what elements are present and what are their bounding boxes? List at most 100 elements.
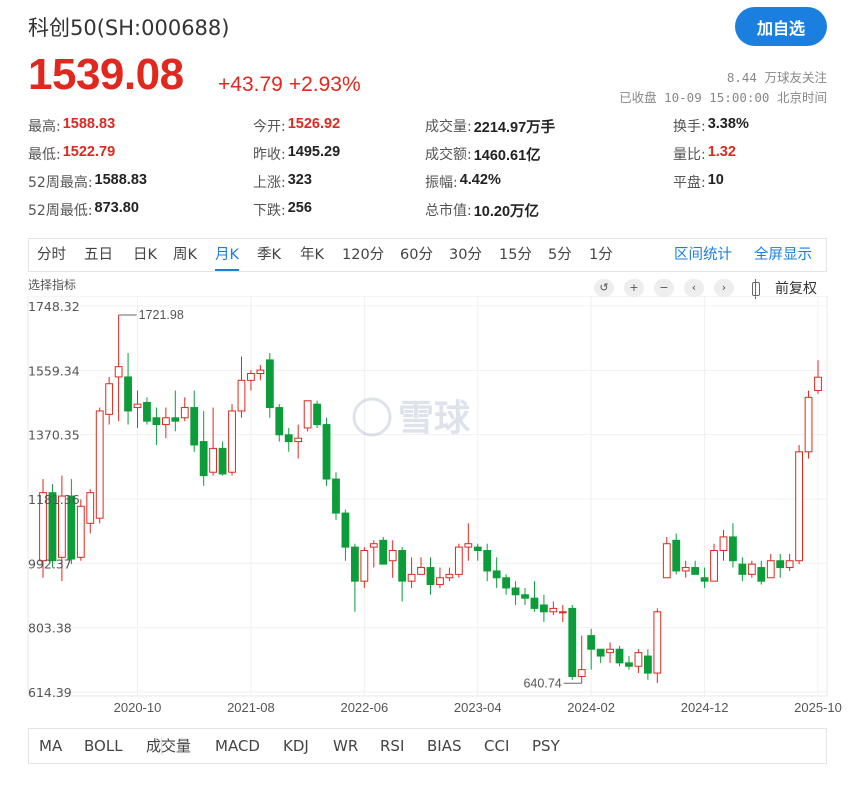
- quote-value: 2214.97万手: [473, 120, 556, 136]
- current-price: 1539.08: [28, 50, 184, 99]
- x-tick-label: 2024-12: [681, 700, 729, 715]
- candle-body: [265, 359, 274, 409]
- tab-10[interactable]: 15分: [499, 239, 532, 271]
- quote-label: 52周最低:: [28, 203, 93, 219]
- scroll-left-icon[interactable]: ‹: [684, 279, 704, 297]
- candle-body: [407, 573, 416, 582]
- candle-body: [672, 539, 681, 572]
- candle-body: [284, 434, 293, 443]
- fullscreen-button[interactable]: 全屏显示: [754, 239, 812, 271]
- zoom-out-icon[interactable]: −: [654, 279, 674, 297]
- quote-item: 换手: 3.38%: [673, 116, 749, 138]
- candle-body: [199, 441, 208, 477]
- tab-12[interactable]: 1分: [589, 239, 613, 271]
- market-status: 已收盘 10-09 15:00:00 北京时间: [619, 90, 827, 105]
- min-price-label: 640.74: [523, 676, 561, 690]
- candle-body: [388, 550, 397, 562]
- candle-icon: [752, 279, 760, 299]
- indicator-boll[interactable]: BOLL: [84, 729, 123, 763]
- quote-value: 1.32: [707, 144, 736, 160]
- indicator-cci[interactable]: CCI: [484, 729, 509, 763]
- tab-5[interactable]: 季K: [257, 239, 281, 271]
- candle-body: [511, 587, 520, 596]
- candlestick-chart[interactable]: 雪球 1748.32 1559.34 1370.35 1181.36 992.37 803…: [0, 296, 853, 720]
- indicator-psy[interactable]: PSY: [532, 729, 560, 763]
- candle-body: [587, 635, 596, 650]
- candle-body: [757, 567, 766, 582]
- candle-body: [76, 505, 85, 558]
- candle-body: [785, 560, 794, 569]
- candle-body: [653, 611, 662, 674]
- reset-icon[interactable]: ↺: [594, 279, 614, 297]
- y-tick-label: 803.38: [28, 621, 72, 636]
- indicator-rsi[interactable]: RSI: [380, 729, 404, 763]
- candle-body: [473, 546, 482, 552]
- quote-item: 成交量: 2214.97万手: [425, 116, 555, 138]
- chart-labels: 1748.32 1559.34 1370.35 1181.36 992.37 803.38…: [28, 299, 842, 715]
- tab-2[interactable]: 日K: [133, 239, 157, 271]
- select-indicator-label[interactable]: 选择指标: [28, 276, 76, 293]
- indicator-ma[interactable]: MA: [39, 729, 62, 763]
- candle-body: [247, 373, 255, 381]
- price-change: +43.79 +2.93%: [218, 73, 367, 97]
- zoom-in-icon[interactable]: +: [624, 279, 644, 297]
- candle-body: [540, 604, 548, 613]
- tab-0[interactable]: 分时: [37, 239, 66, 271]
- candle-body: [218, 447, 227, 475]
- candle-body: [700, 577, 709, 582]
- candle-body: [369, 543, 378, 548]
- tab-4[interactable]: 月K: [215, 239, 240, 271]
- tab-3[interactable]: 周K: [173, 239, 197, 271]
- quote-label: 52周最高:: [28, 175, 93, 191]
- candle-body: [766, 560, 775, 579]
- candle-body: [710, 550, 718, 582]
- range-stats-button[interactable]: 区间统计: [674, 239, 732, 271]
- x-tick-label: 2023-04: [454, 700, 502, 715]
- candle-body: [747, 563, 756, 575]
- add-to-watchlist-button[interactable]: 加自选: [735, 7, 827, 46]
- candle-body: [814, 376, 822, 392]
- tab-11[interactable]: 5分: [548, 239, 572, 271]
- scroll-right-icon[interactable]: ›: [714, 279, 734, 297]
- candle-body: [275, 407, 284, 436]
- candle-body: [568, 607, 577, 677]
- indicator-wr[interactable]: WR: [333, 729, 358, 763]
- chart-grid: [27, 296, 828, 697]
- candle-body: [606, 648, 614, 654]
- quote-value: 1460.61亿: [473, 148, 541, 164]
- candle-body: [615, 648, 624, 664]
- tab-1[interactable]: 五日: [84, 239, 113, 271]
- indicator-macd[interactable]: MACD: [215, 729, 260, 763]
- indicator-bias[interactable]: BIAS: [427, 729, 462, 763]
- candle-body: [332, 478, 340, 514]
- candle-body: [492, 570, 501, 579]
- candle-body: [398, 550, 407, 582]
- candle-body: [729, 536, 737, 562]
- quote-item: 平盘: 10: [673, 172, 724, 194]
- indicator-成交量[interactable]: 成交量: [146, 729, 191, 763]
- tab-6[interactable]: 年K: [300, 239, 324, 271]
- watermark-logo: 雪球: [352, 397, 471, 439]
- quote-value: 873.80: [94, 200, 139, 216]
- quote-label: 最低:: [28, 147, 61, 163]
- quote-item: 量比: 1.32: [673, 144, 736, 166]
- tab-9[interactable]: 30分: [449, 239, 482, 271]
- candle-body: [133, 403, 142, 409]
- indicator-kdj[interactable]: KDJ: [283, 729, 309, 763]
- period-tabs: 区间统计 全屏显示 分时 五日 日K 周K 月K 季K 年K 120分 60分 30分 15分 5分 1…: [28, 238, 827, 272]
- quote-item: 上涨: 323: [253, 172, 312, 194]
- price-adjust-select[interactable]: 前复权: [775, 278, 817, 298]
- quote-value: 1495.29: [287, 144, 341, 160]
- candle-body: [86, 492, 95, 524]
- candle-body: [379, 539, 388, 565]
- watermark-icon: [352, 397, 392, 437]
- quote-value: 1588.83: [94, 172, 147, 188]
- candle-body: [143, 401, 151, 422]
- quote-label: 昨收:: [253, 147, 286, 163]
- tab-7[interactable]: 120分: [342, 239, 384, 271]
- candle-body: [228, 410, 236, 473]
- candle-body: [445, 573, 454, 579]
- quote-label: 振幅:: [425, 175, 458, 191]
- quote-value: 10: [707, 172, 724, 188]
- tab-8[interactable]: 60分: [400, 239, 433, 271]
